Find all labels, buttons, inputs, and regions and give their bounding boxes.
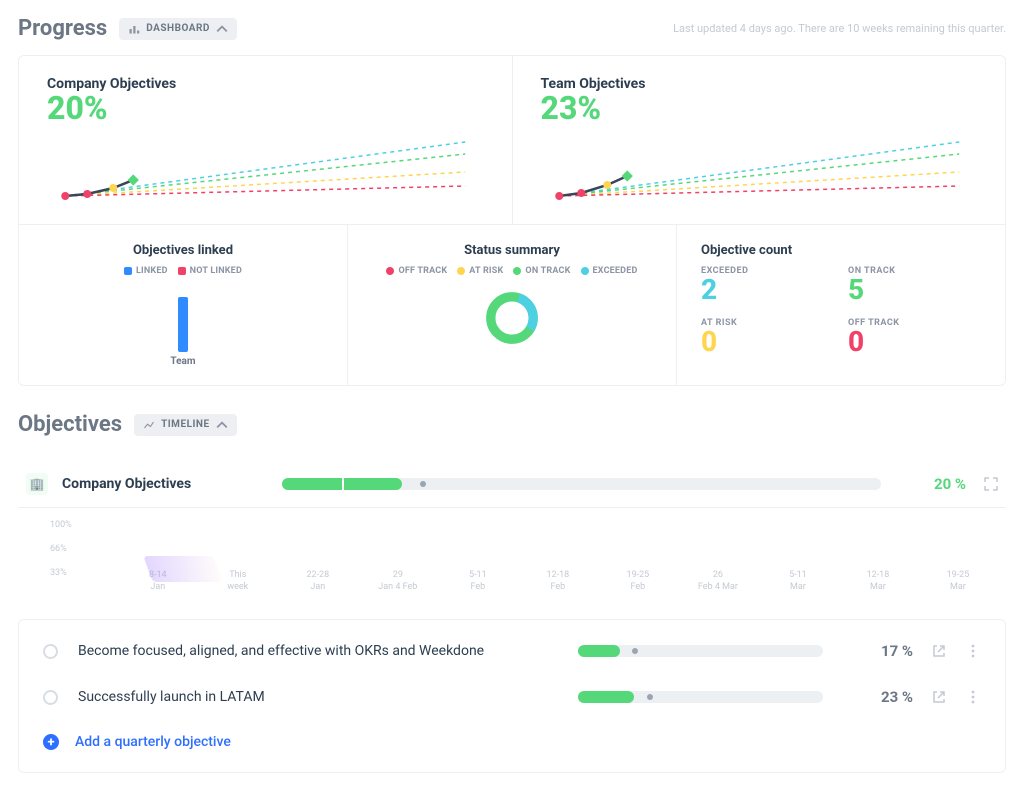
more-vertical-icon [965, 643, 981, 659]
company-objectives-panel[interactable]: Company Objectives 20% [19, 56, 512, 224]
external-link-icon [931, 689, 947, 705]
exceeded-count: 2 [701, 276, 834, 304]
more-menu-button[interactable] [965, 643, 981, 659]
last-updated-text: Last updated 4 days ago. There are 10 we… [673, 22, 1006, 35]
open-external-button[interactable] [931, 689, 947, 705]
progress-header: Progress DASHBOARD Last updated 4 days a… [18, 16, 1006, 41]
external-link-icon [931, 643, 947, 659]
more-vertical-icon [965, 689, 981, 705]
linked-bar-label: Team [43, 356, 323, 367]
objectives-linked-panel: Objectives linked LINKED NOT LINKED Team [19, 225, 347, 385]
status-donut-chart [484, 290, 540, 346]
progress-title: Progress [18, 16, 107, 41]
exceeded-label: EXCEEDED [701, 266, 834, 276]
x-tick: 19-25Mar [918, 570, 998, 593]
team-objectives-panel[interactable]: Team Objectives 23% [512, 56, 1006, 224]
expand-button[interactable] [984, 477, 998, 491]
legend-offtrack: OFF TRACK [398, 266, 447, 276]
add-objective-label: Add a quarterly objective [75, 734, 231, 750]
company-objectives-title: Company Objectives [47, 76, 484, 92]
ontrack-label: ON TRACK [848, 266, 981, 276]
offtrack-label: OFF TRACK [848, 318, 981, 328]
objective-pct: 17 % [843, 642, 913, 660]
objectives-header: Objectives TIMELINE [18, 412, 1006, 437]
y-tick: 66% [50, 544, 72, 554]
company-objectives-row[interactable]: 🏢 Company Objectives 20 % [18, 461, 1006, 508]
x-tick: 29Jan 4 Feb [358, 570, 438, 593]
timeline-chart: 100% 66% 33% 8-14JanThisweek22-28Jan29Ja… [18, 508, 1006, 611]
team-objectives-title: Team Objectives [541, 76, 978, 92]
expand-icon [984, 477, 998, 491]
atrisk-count: 0 [701, 328, 834, 356]
objective-name: Successfully launch in LATAM [78, 689, 578, 705]
objective-pct: 23 % [843, 688, 913, 706]
add-objective-button[interactable]: + Add a quarterly objective [19, 720, 1005, 764]
timeline-view-label: TIMELINE [161, 419, 210, 430]
status-summary-title: Status summary [372, 243, 652, 258]
bar-chart-icon [128, 23, 140, 35]
team-objectives-pct: 23% [541, 92, 978, 124]
legend-atrisk: AT RISK [469, 266, 503, 276]
legend-linked: LINKED [136, 266, 168, 276]
x-tick: 5-11Mar [758, 570, 838, 593]
objective-progress-bar [578, 645, 823, 657]
y-tick: 100% [50, 520, 72, 530]
company-sparkline [47, 130, 484, 210]
chevron-up-icon [216, 23, 228, 35]
x-tick: 12-18Feb [518, 570, 598, 593]
objective-count-title: Objective count [701, 243, 981, 258]
company-row-title: Company Objectives [62, 476, 282, 492]
x-tick: 19-25Feb [598, 570, 678, 593]
status-summary-panel: Status summary OFF TRACK AT RISK ON TRAC… [347, 225, 676, 385]
objective-status-radio[interactable] [43, 690, 58, 705]
legend-exceeded: EXCEEDED [593, 266, 638, 276]
company-objectives-pct: 20% [47, 92, 484, 124]
company-progress-bar [282, 478, 881, 490]
ontrack-count: 5 [848, 276, 981, 304]
offtrack-count: 0 [848, 328, 981, 356]
objective-row[interactable]: Become focused, aligned, and effective w… [19, 628, 1005, 674]
line-chart-icon [143, 419, 155, 431]
objectives-title: Objectives [18, 412, 122, 437]
linked-bar-chart [43, 282, 323, 352]
objective-status-radio[interactable] [43, 644, 58, 659]
objectives-list: Become focused, aligned, and effective w… [18, 619, 1006, 773]
company-icon: 🏢 [26, 473, 48, 495]
company-row-pct: 20 % [901, 475, 966, 493]
chevron-up-icon [216, 419, 228, 431]
atrisk-label: AT RISK [701, 318, 834, 328]
progress-card: Company Objectives 20% Team Objectives 2… [18, 55, 1006, 386]
x-tick: 22-28Jan [278, 570, 358, 593]
y-tick: 33% [50, 568, 72, 578]
open-external-button[interactable] [931, 643, 947, 659]
x-tick: 5-11Feb [438, 570, 518, 593]
dashboard-view-label: DASHBOARD [146, 23, 210, 34]
x-tick: 26Feb 4 Mar [678, 570, 758, 593]
plus-icon: + [43, 734, 59, 750]
objective-count-panel: Objective count EXCEEDED 2 ON TRACK 5 AT… [676, 225, 1005, 385]
objective-row[interactable]: Successfully launch in LATAM 23 % [19, 674, 1005, 720]
legend-ontrack: ON TRACK [525, 266, 570, 276]
objective-progress-bar [578, 691, 823, 703]
timeline-view-toggle[interactable]: TIMELINE [134, 414, 237, 436]
team-sparkline [541, 130, 978, 210]
x-tick: 12-18Mar [838, 570, 918, 593]
more-menu-button[interactable] [965, 689, 981, 705]
objectives-linked-title: Objectives linked [43, 243, 323, 258]
dashboard-view-toggle[interactable]: DASHBOARD [119, 18, 237, 40]
legend-notlinked: NOT LINKED [190, 266, 242, 276]
objective-name: Become focused, aligned, and effective w… [78, 643, 578, 659]
